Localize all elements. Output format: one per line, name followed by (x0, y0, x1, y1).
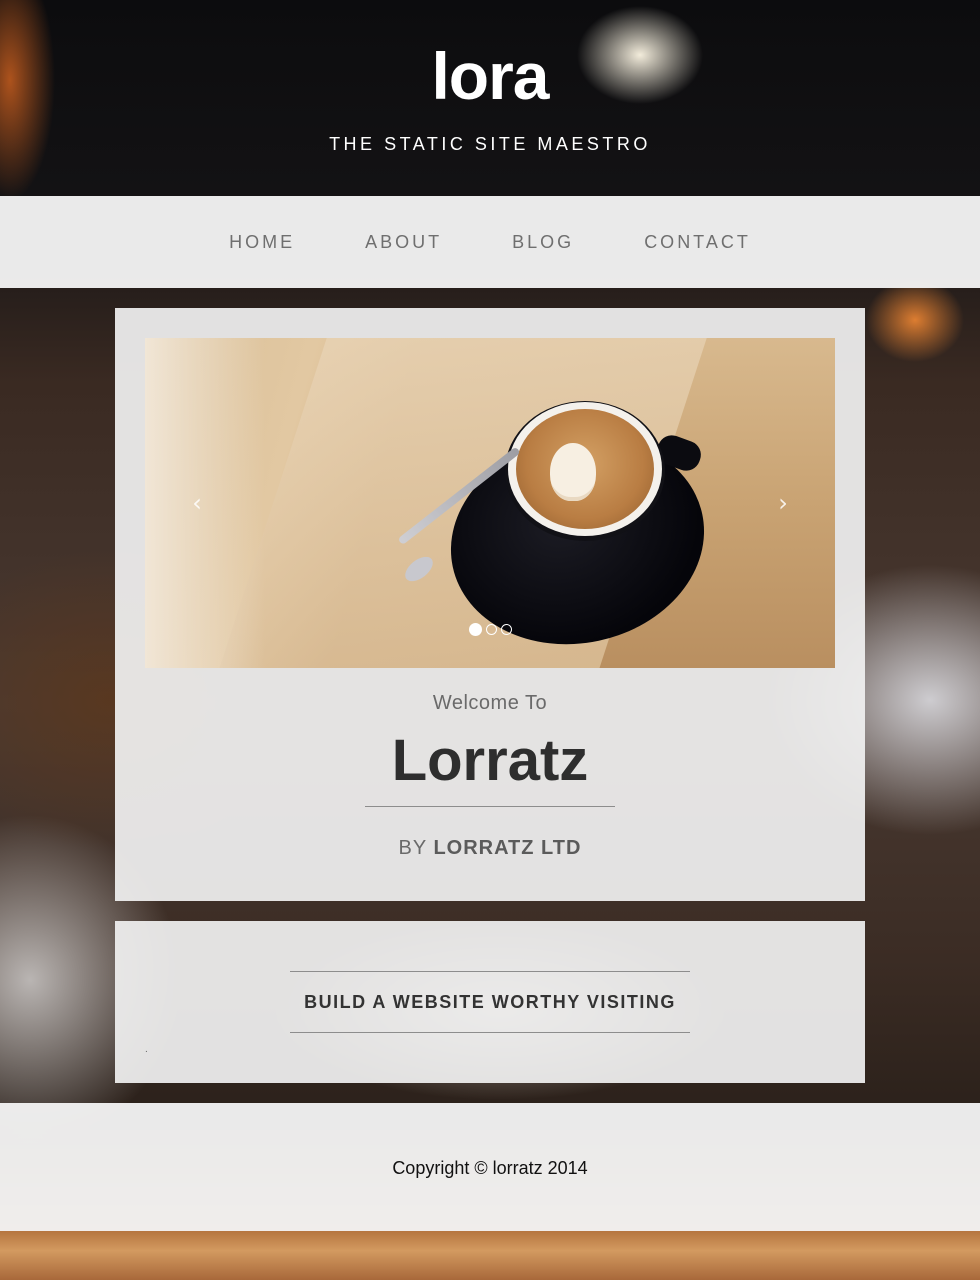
slider-dot-2[interactable] (485, 624, 497, 636)
site-tagline: THE STATIC SITE MAESTRO (329, 134, 651, 154)
chevron-left-icon[interactable]: ‹ (185, 488, 209, 518)
byline-company: LORRATZ LTD (433, 837, 582, 859)
main-navigation: HOME ABOUT BLOG CONTACT (0, 196, 980, 288)
site-footer: Copyright © lorratz 2014 (0, 1103, 980, 1231)
image-slider[interactable]: ‹ › (145, 338, 835, 668)
copyright-text: Copyright © lorratz 2014 (392, 1158, 588, 1178)
cta-heading: BUILD A WEBSITE WORTHY VISITING (304, 992, 676, 1012)
site-header: lora THE STATIC SITE MAESTRO (0, 0, 980, 196)
nav-item-blog[interactable]: BLOG (512, 231, 574, 253)
cta-bottom-divider (290, 1032, 690, 1033)
cta-card: BUILD A WEBSITE WORTHY VISITING . (115, 921, 865, 1083)
background-bottom-strip (0, 1231, 980, 1280)
byline: BY LORRATZ LTD (115, 836, 865, 860)
cta-dot-text: . (145, 1044, 148, 1055)
site-title[interactable]: lora (0, 36, 980, 116)
welcome-text: Welcome To (432, 692, 548, 714)
brand-title: Lorratz (391, 728, 589, 793)
slider-dot-3[interactable] (500, 624, 512, 636)
byline-prefix: BY (398, 837, 427, 859)
slider-pagination (145, 621, 835, 637)
cta-top-divider (290, 971, 690, 972)
nav-item-home[interactable]: HOME (229, 231, 295, 253)
slider-dot-1[interactable] (468, 623, 482, 637)
nav-item-contact[interactable]: CONTACT (644, 231, 751, 253)
hero-card: ‹ › Welcome To Lorratz BY LORRATZ LTD (115, 308, 865, 901)
latte-art (550, 443, 596, 501)
nav-item-about[interactable]: ABOUT (365, 231, 442, 253)
chevron-right-icon[interactable]: › (771, 488, 795, 518)
divider (365, 806, 615, 807)
